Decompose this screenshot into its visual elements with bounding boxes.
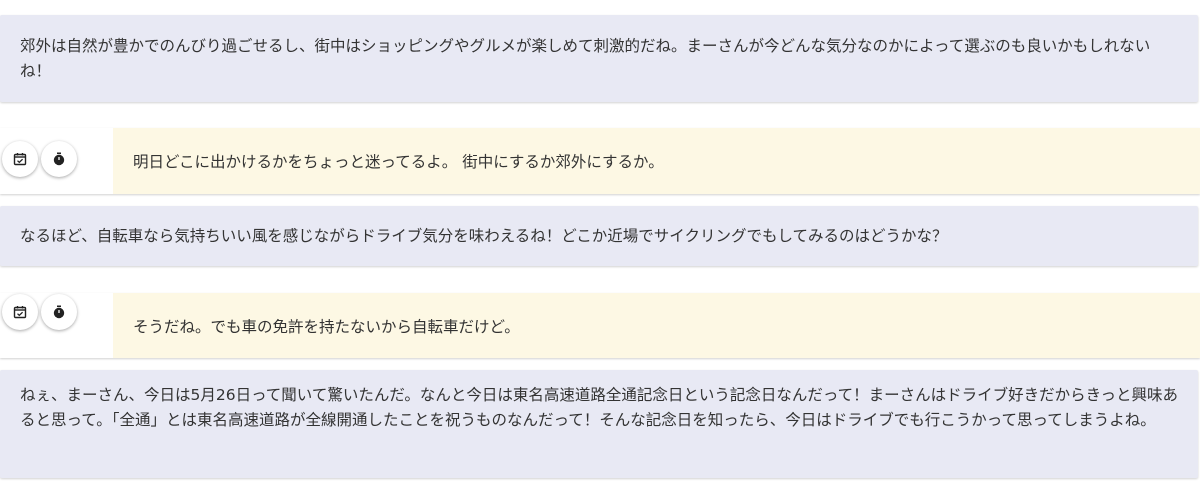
user-message-bubble: そうだね。でも車の免許を持たないから自転車だけど。 — [113, 293, 1200, 358]
user-message: 明日どこに出かけるかをちょっと迷ってるよ。 街中にするか郊外にするか。 — [0, 128, 1200, 194]
user-message-bubble: 明日どこに出かけるかをちょっと迷ってるよ。 街中にするか郊外にするか。 — [113, 128, 1200, 194]
user-message-text: そうだね。でも車の免許を持たないから自転車だけど。 — [133, 317, 520, 336]
user-message-text: 明日どこに出かけるかをちょっと迷ってるよ。 街中にするか郊外にするか。 — [133, 153, 664, 171]
assistant-message: なるほど、自転車なら気持ちいい風を感じながらドライブ気分を味わえるね！どこか近場… — [0, 206, 1198, 266]
calendar-check-icon — [13, 153, 27, 166]
assistant-message-text: ねぇ、まーさん、今日は5月26日って聞いて驚いたんだ。なんと今日は東名高速道路全… — [20, 386, 1178, 429]
stopwatch-button[interactable] — [41, 294, 77, 330]
assistant-message-text: 郊外は自然が豊かでのんびり過ごせるし、街中はショッピングやグルメが楽しめて刺激的… — [20, 37, 1151, 80]
stopwatch-icon — [53, 152, 65, 166]
assistant-message-text: なるほど、自転車なら気持ちいい風を感じながらドライブ気分を味わえるね！どこか近場… — [20, 227, 948, 245]
stopwatch-icon — [53, 305, 65, 319]
calendar-check-icon — [13, 306, 27, 319]
chat-log: 郊外は自然が豊かでのんびり過ごせるし、街中はショッピングやグルメが楽しめて刺激的… — [0, 0, 1200, 486]
stopwatch-button[interactable] — [41, 141, 77, 177]
assistant-message: ねぇ、まーさん、今日は5月26日って聞いて驚いたんだ。なんと今日は東名高速道路全… — [0, 370, 1198, 478]
assistant-message: 郊外は自然が豊かでのんびり過ごせるし、街中はショッピングやグルメが楽しめて刺激的… — [0, 15, 1198, 102]
user-message: そうだね。でも車の免許を持たないから自転車だけど。 — [0, 293, 1200, 358]
calendar-check-button[interactable] — [2, 294, 38, 330]
calendar-check-button[interactable] — [2, 141, 38, 177]
